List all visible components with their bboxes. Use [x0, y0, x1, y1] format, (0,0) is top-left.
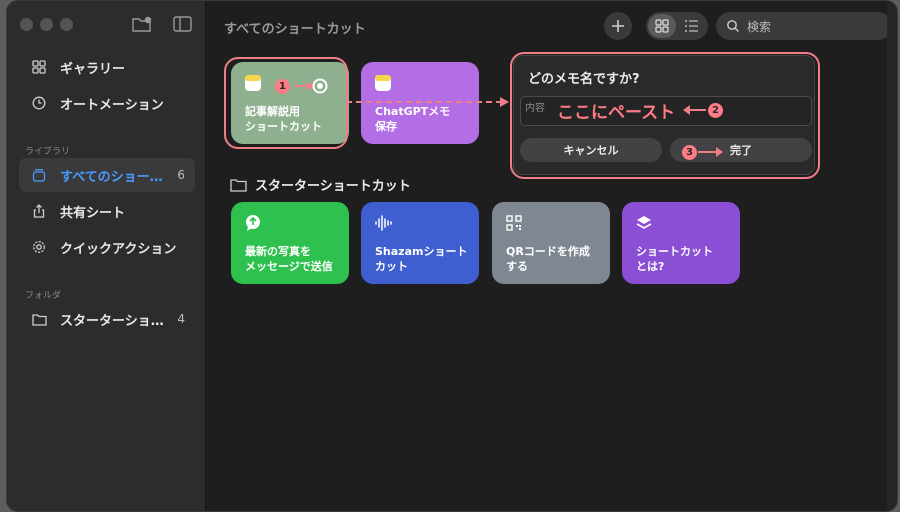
- paste-here-annotation: ここにペースト: [557, 103, 676, 123]
- step-badge-1: 1: [275, 79, 290, 94]
- annotation-arrows: [294, 78, 723, 157]
- step-badge-3: 3: [682, 145, 697, 160]
- step-badge-2: 2: [708, 103, 723, 118]
